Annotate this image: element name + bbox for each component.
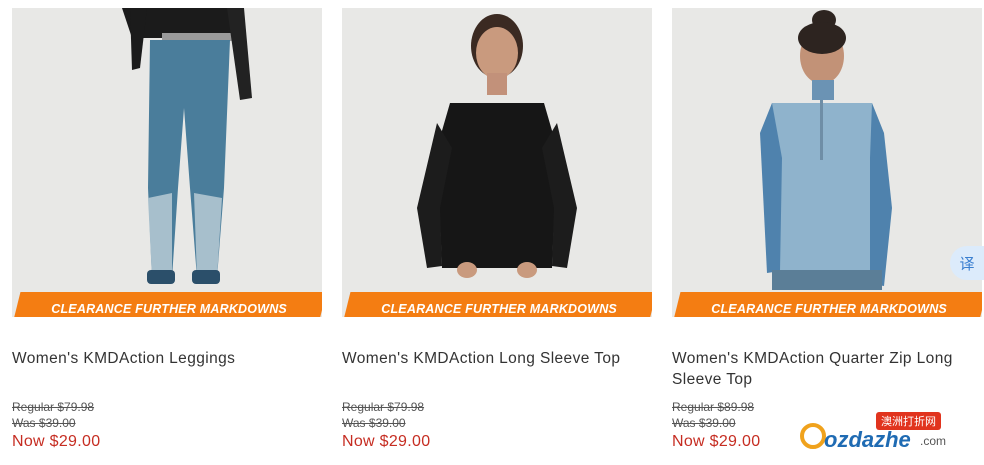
watermark-logo: 澳洲打折网 ozdazhe .com [800,412,968,458]
leggings-photo [12,8,322,317]
badge-label: CLEARANCE FURTHER MARKDOWNS [381,302,618,316]
was-price: Was $39.00 [672,416,736,430]
long-sleeve-top-photo [342,8,652,317]
now-price: Now $29.00 [342,433,431,450]
product-card[interactable]: CLEARANCE FURTHER MARKDOWNS Women's KMDA… [342,8,652,450]
now-price: Now $29.00 [12,433,101,450]
regular-price: Regular $89.98 [672,400,755,414]
product-card[interactable]: CLEARANCE FURTHER MARKDOWNS Women's KMDA… [12,8,322,450]
clearance-badge: CLEARANCE FURTHER MARKDOWNS [12,292,322,317]
regular-price: Regular $79.98 [342,400,425,414]
product-title[interactable]: Women's KMDAction Leggings [12,348,312,369]
translate-icon: 译 [959,255,975,273]
badge-label: CLEARANCE FURTHER MARKDOWNS [51,302,288,316]
product-title[interactable]: Women's KMDAction Quarter Zip Long Sleev… [672,348,972,390]
logo-word: ozdazhe [824,427,911,452]
clearance-badge: CLEARANCE FURTHER MARKDOWNS [672,292,982,317]
logo-suffix: .com [920,434,947,448]
logo-ring-icon [800,423,826,449]
product-image[interactable]: CLEARANCE FURTHER MARKDOWNS [342,8,652,317]
product-card[interactable]: CLEARANCE FURTHER MARKDOWNS Women's KMDA… [672,8,982,450]
now-price: Now $29.00 [672,433,761,450]
was-price: Was $39.00 [12,416,76,430]
regular-price: Regular $79.98 [12,400,95,414]
translate-button[interactable]: 译 [950,246,984,280]
product-title[interactable]: Women's KMDAction Long Sleeve Top [342,348,642,369]
product-image[interactable]: CLEARANCE FURTHER MARKDOWNS [672,8,982,317]
product-image[interactable]: CLEARANCE FURTHER MARKDOWNS [12,8,322,317]
quarter-zip-top-photo [672,8,982,317]
was-price: Was $39.00 [342,416,406,430]
clearance-badge: CLEARANCE FURTHER MARKDOWNS [342,292,652,317]
badge-label: CLEARANCE FURTHER MARKDOWNS [711,302,948,316]
